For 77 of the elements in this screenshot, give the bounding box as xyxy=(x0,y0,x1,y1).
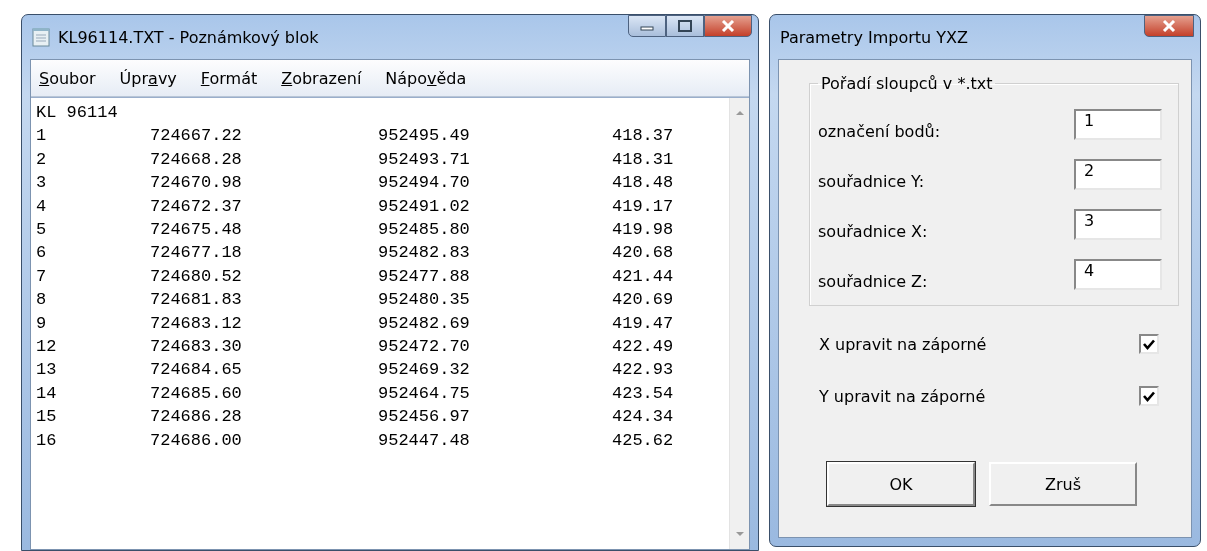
point-number: 8 xyxy=(36,289,48,312)
height-value: 418.31 xyxy=(612,148,675,171)
window-title: KL96114.TXT - Poznámkový blok xyxy=(58,27,319,47)
coordinate-value: 724667.22 xyxy=(150,125,243,148)
coordinate-value: 952495.49 xyxy=(378,125,471,148)
dialog-button[interactable]: Zruš xyxy=(989,462,1137,506)
coordinate-value: 724683.12 xyxy=(150,312,243,335)
height-value: 419.47 xyxy=(612,312,675,335)
coordinate-value: 952482.83 xyxy=(378,242,471,265)
point-number: 15 xyxy=(36,406,58,429)
menu-item[interactable]: Soubor xyxy=(39,68,96,88)
point-number: 3 xyxy=(36,172,48,195)
coordinate-value: 724686.00 xyxy=(150,429,243,452)
coordinate-value: 952472.70 xyxy=(378,336,471,359)
point-number: 14 xyxy=(36,382,58,405)
coordinate-value: 724670.98 xyxy=(150,172,243,195)
coordinate-value: 952491.02 xyxy=(378,195,471,218)
coordinate-value: 724680.52 xyxy=(150,265,243,288)
height-value: 420.69 xyxy=(612,289,675,312)
height-value: 422.49 xyxy=(612,336,675,359)
point-number: 2 xyxy=(36,148,48,171)
menu-item[interactable]: Nápověda xyxy=(385,68,467,88)
coordinate-value: 724681.83 xyxy=(150,289,243,312)
height-value: 425.62 xyxy=(612,429,675,452)
coordinate-value: 724685.60 xyxy=(150,382,243,405)
group-title: Pořadí sloupců v *.txt xyxy=(820,74,994,93)
field-label: souřadnice X: xyxy=(818,221,928,241)
coordinate-value: 952464.75 xyxy=(378,382,471,405)
input-field[interactable]: 3 xyxy=(1074,208,1162,240)
coordinate-value: 952494.70 xyxy=(378,172,471,195)
height-value: 423.54 xyxy=(612,382,675,405)
height-value: 424.34 xyxy=(612,406,675,429)
coordinate-value: 952469.32 xyxy=(378,359,471,382)
coordinate-value: 952447.48 xyxy=(378,429,471,452)
field-label: označení bodů: xyxy=(818,121,941,141)
menu-item[interactable]: Formát xyxy=(200,68,258,88)
coordinate-value: 724686.28 xyxy=(150,406,243,429)
point-number: 5 xyxy=(36,219,48,242)
point-number: 16 xyxy=(36,429,58,452)
coordinate-value: 724672.37 xyxy=(150,195,243,218)
height-value: 418.37 xyxy=(612,125,675,148)
height-value: 419.98 xyxy=(612,219,675,242)
height-value: 421.44 xyxy=(612,265,675,288)
option-label: Y upravit na záporné xyxy=(819,386,986,406)
coordinate-value: 952482.69 xyxy=(378,312,471,335)
coordinate-value: 724677.18 xyxy=(150,242,243,265)
coordinate-value: 724683.30 xyxy=(150,336,243,359)
point-number: 1 xyxy=(36,125,48,148)
coordinate-value: 724668.28 xyxy=(150,148,243,171)
input-field[interactable]: 2 xyxy=(1074,158,1162,190)
point-number: 4 xyxy=(36,195,48,218)
field-label: souřadnice Y: xyxy=(818,171,925,191)
dialog-button[interactable]: OK xyxy=(827,462,975,506)
menu-item[interactable]: Zobrazení xyxy=(281,68,362,88)
menu-item[interactable]: Úpravy xyxy=(119,68,177,88)
field-label: souřadnice Z: xyxy=(818,271,928,291)
coordinate-value: 952485.80 xyxy=(378,219,471,242)
coordinate-value: 724675.48 xyxy=(150,219,243,242)
point-number: 12 xyxy=(36,336,58,359)
coordinate-value: 952493.71 xyxy=(378,148,471,171)
coordinate-value: 952456.97 xyxy=(378,406,471,429)
coordinate-value: 952480.35 xyxy=(378,289,471,312)
point-number: 6 xyxy=(36,242,48,265)
point-number: 13 xyxy=(36,359,58,382)
coordinate-value: 952477.88 xyxy=(378,265,471,288)
option-label: X upravit na záporné xyxy=(819,334,987,354)
input-field[interactable]: 4 xyxy=(1074,258,1162,290)
height-value: 420.68 xyxy=(612,242,675,265)
dialog-title: Parametry Importu YXZ xyxy=(780,27,968,47)
point-number: 9 xyxy=(36,312,48,335)
point-number: 7 xyxy=(36,265,48,288)
height-value: 418.48 xyxy=(612,172,675,195)
input-field[interactable]: 1 xyxy=(1074,108,1162,140)
coordinate-value: 724684.65 xyxy=(150,359,243,382)
text-line: KL 96114 xyxy=(36,102,119,124)
height-value: 419.17 xyxy=(612,195,675,218)
height-value: 422.93 xyxy=(612,359,675,382)
